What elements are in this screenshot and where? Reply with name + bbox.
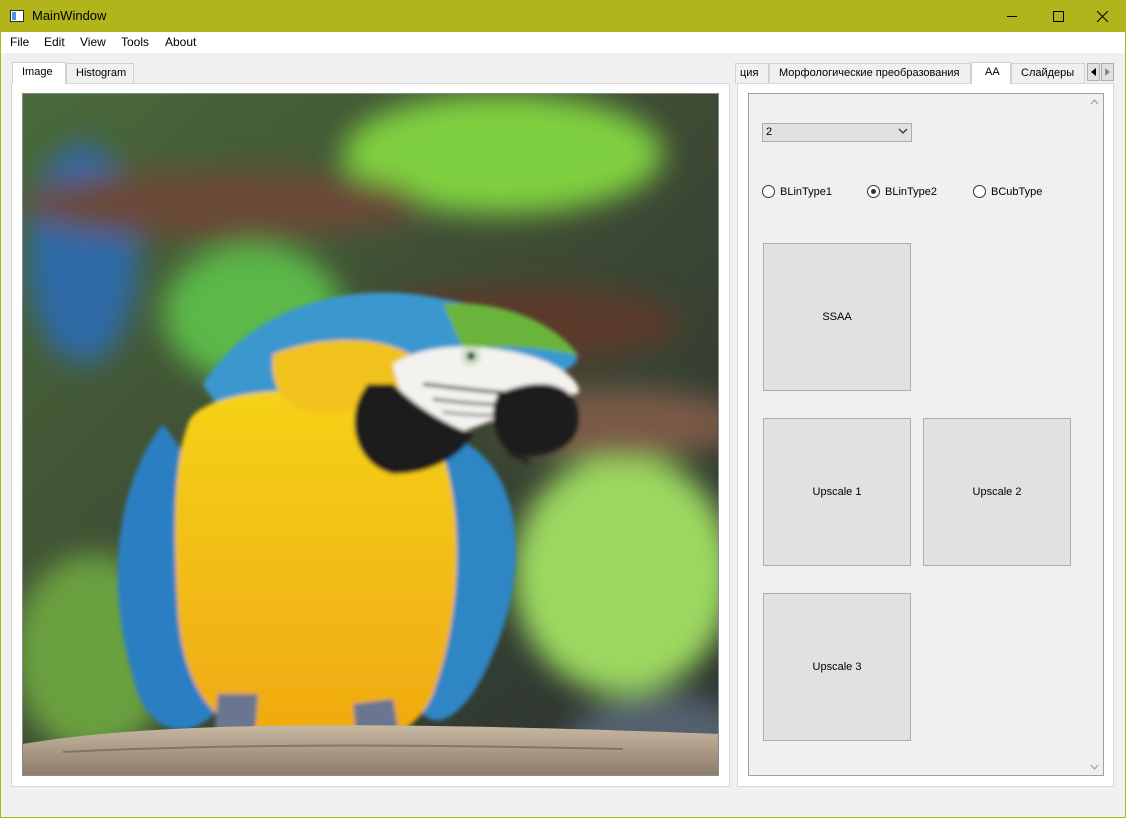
tab-morphology[interactable]: Морфологические преобразования xyxy=(769,63,971,84)
minimize-icon xyxy=(1006,16,1017,17)
tab-partial-hidden[interactable]: ция xyxy=(735,63,769,84)
scroll-up-icon xyxy=(1090,99,1099,105)
arrow-right-icon xyxy=(1104,68,1110,76)
app-window-icon xyxy=(10,10,24,22)
upscale3-button[interactable]: Upscale 3 xyxy=(763,593,911,741)
menu-bar: File Edit View Tools About xyxy=(1,32,1125,53)
chevron-down-icon xyxy=(898,128,908,134)
tab-scroll-left-button[interactable] xyxy=(1087,63,1100,81)
close-icon xyxy=(1096,11,1108,22)
radio-circle[interactable] xyxy=(973,185,986,198)
tab-image[interactable]: Image xyxy=(12,62,66,84)
radio-circle[interactable] xyxy=(762,185,775,198)
radio-label: BCubType xyxy=(991,185,1043,198)
image-display xyxy=(22,93,719,776)
main-window: MainWindow File Edit View Tools About Im… xyxy=(0,0,1126,818)
radio-bcubtype[interactable]: BCubType xyxy=(973,185,1042,198)
radio-blintype2[interactable]: BLinType2 xyxy=(867,185,937,198)
menu-view[interactable]: View xyxy=(80,35,106,49)
menu-file[interactable]: File xyxy=(10,35,29,49)
aa-scroll-area: 2 BLinType1 BLinType2 BCubType SSAA Upsc… xyxy=(748,93,1104,776)
radio-circle-checked[interactable] xyxy=(867,185,880,198)
close-button[interactable] xyxy=(1079,1,1125,32)
ssaa-button[interactable]: SSAA xyxy=(763,243,911,391)
scale-factor-combo[interactable]: 2 xyxy=(762,123,912,142)
menu-tools[interactable]: Tools xyxy=(121,35,149,49)
tab-scroll-right-button[interactable] xyxy=(1101,63,1114,81)
menu-edit[interactable]: Edit xyxy=(44,35,65,49)
maximize-button[interactable] xyxy=(1035,1,1081,32)
parrot-image xyxy=(23,94,718,775)
arrow-left-icon xyxy=(1090,68,1096,76)
title-bar[interactable]: MainWindow xyxy=(1,1,1125,32)
upscale1-button[interactable]: Upscale 1 xyxy=(763,418,911,566)
minimize-button[interactable] xyxy=(989,1,1035,32)
combo-value: 2 xyxy=(766,126,773,138)
tab-histogram[interactable]: Histogram xyxy=(66,63,134,84)
menu-about[interactable]: About xyxy=(165,35,196,49)
radio-label: BLinType1 xyxy=(780,185,832,198)
tab-sliders[interactable]: Слайдеры xyxy=(1011,63,1085,84)
scroll-down-icon xyxy=(1090,764,1099,770)
maximize-icon xyxy=(1052,11,1064,22)
tab-aa[interactable]: AA xyxy=(971,62,1011,84)
upscale2-button[interactable]: Upscale 2 xyxy=(923,418,1071,566)
window-title: MainWindow xyxy=(32,8,107,23)
radio-blintype1[interactable]: BLinType1 xyxy=(762,185,832,198)
radio-label: BLinType2 xyxy=(885,185,937,198)
vertical-scrollbar[interactable] xyxy=(1086,94,1103,775)
